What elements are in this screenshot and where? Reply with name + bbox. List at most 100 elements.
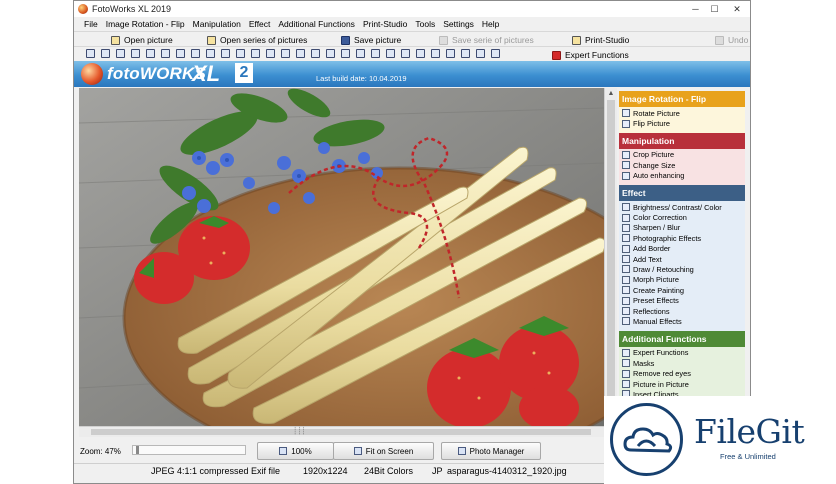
painting-icon[interactable] <box>341 49 350 58</box>
sharpen-icon[interactable] <box>251 49 260 58</box>
sidebar-item-label: Expert Functions <box>633 348 689 358</box>
preset-icon[interactable] <box>356 49 365 58</box>
sidebar-item[interactable]: Flip Picture <box>619 118 745 128</box>
scroll-up-icon[interactable]: ▲ <box>607 90 615 98</box>
morph-icon[interactable] <box>326 49 335 58</box>
sidebar-item[interactable]: Add Border <box>619 244 745 254</box>
menu-image-rotation[interactable]: Image Rotation - Flip <box>102 17 189 31</box>
zoom-slider[interactable] <box>132 445 246 455</box>
sidebar-item[interactable]: Preset Effects <box>619 295 745 305</box>
open-series-button[interactable]: Open series of pictures <box>207 33 307 47</box>
undo-button[interactable]: Undo <box>715 33 748 47</box>
red-eye-icon[interactable] <box>401 49 410 58</box>
sidebar-item-label: Photographic Effects <box>633 233 702 243</box>
sidebar-item-label: Flip Picture <box>633 119 670 129</box>
sidebar-item-label: Picture in Picture <box>633 379 689 389</box>
sidebar-section-header[interactable]: Manipulation <box>619 132 745 149</box>
sidebar-section-header[interactable]: Effect <box>619 184 745 201</box>
sidebar-item[interactable]: Morph Picture <box>619 275 745 285</box>
sidebar-item-label: Reflections <box>633 306 670 316</box>
menu-manipulation[interactable]: Manipulation <box>189 17 245 31</box>
crop-icon[interactable] <box>176 49 185 58</box>
logo-ball-icon <box>81 63 103 85</box>
build-date: Last build date: 10.04.2019 <box>316 74 407 83</box>
vertical-scrollbar[interactable]: ▲ ▼ <box>604 88 617 426</box>
menu-effect[interactable]: Effect <box>245 17 275 31</box>
sidebar-section-header[interactable]: Image Rotation - Flip <box>619 91 745 107</box>
logo-version: 2 <box>235 63 253 83</box>
rotate-right-icon[interactable] <box>101 49 110 58</box>
clipart-icon[interactable] <box>431 49 440 58</box>
rotate-ccw-icon[interactable] <box>116 49 125 58</box>
masks-icon[interactable] <box>386 49 395 58</box>
menu-tools[interactable]: Tools <box>411 17 439 31</box>
open-picture-label: Open picture <box>124 35 173 45</box>
rotate-left-icon[interactable] <box>86 49 95 58</box>
sidebar-item[interactable]: Brightness/ Contrast/ Color <box>619 202 745 212</box>
help-icon[interactable] <box>491 49 500 58</box>
maximize-button[interactable]: ☐ <box>705 1 724 17</box>
rotate-cw-icon[interactable] <box>131 49 140 58</box>
sidebar-item[interactable]: Add Text <box>619 254 745 264</box>
menu-print-studio[interactable]: Print-Studio <box>359 17 411 31</box>
sidebar-item[interactable]: Crop Picture <box>619 150 745 160</box>
settings-icon[interactable] <box>461 49 470 58</box>
save-picture-button[interactable]: Save picture <box>341 33 401 47</box>
open-picture-button[interactable]: Open picture <box>111 33 173 47</box>
menu-additional-functions[interactable]: Additional Functions <box>274 17 359 31</box>
save-series-button[interactable]: Save serie of pictures <box>439 33 534 47</box>
sidebar-item[interactable]: Picture in Picture <box>619 379 745 389</box>
sidebar-item-label: Color Correction <box>633 213 687 223</box>
sidebar-item[interactable]: Expert Functions <box>619 348 745 358</box>
horizontal-scroll-thumb[interactable] <box>91 429 591 435</box>
brightness-icon[interactable] <box>221 49 230 58</box>
flip-vertical-icon[interactable] <box>161 49 170 58</box>
close-button[interactable]: ✕ <box>724 1 750 17</box>
horizontal-scrollbar[interactable]: ┊┊┊ <box>79 426 604 437</box>
fit-on-screen-button[interactable]: Fit on Screen <box>333 442 434 460</box>
sidebar-item[interactable]: Create Painting <box>619 285 745 295</box>
tools-icon[interactable] <box>446 49 455 58</box>
resize-icon[interactable] <box>191 49 200 58</box>
function-icon <box>622 119 630 128</box>
sidebar-item-label: Create Painting <box>633 285 684 295</box>
flip-icon[interactable] <box>146 49 155 58</box>
border-icon[interactable] <box>281 49 290 58</box>
vertical-scroll-thumb[interactable] <box>607 100 615 400</box>
sidebar-item[interactable]: Draw / Retouching <box>619 264 745 274</box>
menu-help[interactable]: Help <box>478 17 503 31</box>
sidebar-item[interactable]: Photographic Effects <box>619 233 745 243</box>
sidebar-item[interactable]: Sharpen / Blur <box>619 223 745 233</box>
zoom-slider-knob[interactable] <box>136 446 139 454</box>
zoom-100-button[interactable]: 100% <box>257 442 334 460</box>
sidebar-section-header[interactable]: Additional Functions <box>619 330 745 347</box>
sidebar-item[interactable]: Remove red eyes <box>619 368 745 378</box>
sidebar-item[interactable]: Manual Effects <box>619 316 745 326</box>
cloud-icon <box>623 427 673 453</box>
expert-functions-button[interactable]: Expert Functions <box>552 48 629 62</box>
color-icon[interactable] <box>236 49 245 58</box>
favorite-icon[interactable] <box>476 49 485 58</box>
print-studio-button[interactable]: Print-Studio <box>572 33 629 47</box>
photo-manager-icon <box>457 447 466 455</box>
effects-icon[interactable] <box>266 49 275 58</box>
text-icon[interactable] <box>296 49 305 58</box>
sidebar-item[interactable]: Change Size <box>619 160 745 170</box>
filegit-watermark: FileGit Free & Unlimited <box>604 396 836 484</box>
sidebar-item[interactable]: Reflections <box>619 306 745 316</box>
sidebar-item[interactable]: Rotate Picture <box>619 108 745 118</box>
reflection-icon[interactable] <box>371 49 380 58</box>
menu-bar: File Image Rotation - Flip Manipulation … <box>74 17 750 31</box>
sidebar-item[interactable]: Auto enhancing <box>619 171 745 181</box>
menu-settings[interactable]: Settings <box>439 17 478 31</box>
minimize-button[interactable]: ─ <box>686 1 705 17</box>
menu-file[interactable]: File <box>80 17 102 31</box>
enhance-icon[interactable] <box>206 49 215 58</box>
sidebar-item[interactable]: Color Correction <box>619 212 745 222</box>
sidebar-item[interactable]: Masks <box>619 358 745 368</box>
sidebar-item-label: Change Size <box>633 160 676 170</box>
draw-icon[interactable] <box>311 49 320 58</box>
picture-in-picture-icon[interactable] <box>416 49 425 58</box>
image-canvas[interactable] <box>79 88 604 426</box>
photo-manager-button[interactable]: Photo Manager <box>441 442 541 460</box>
